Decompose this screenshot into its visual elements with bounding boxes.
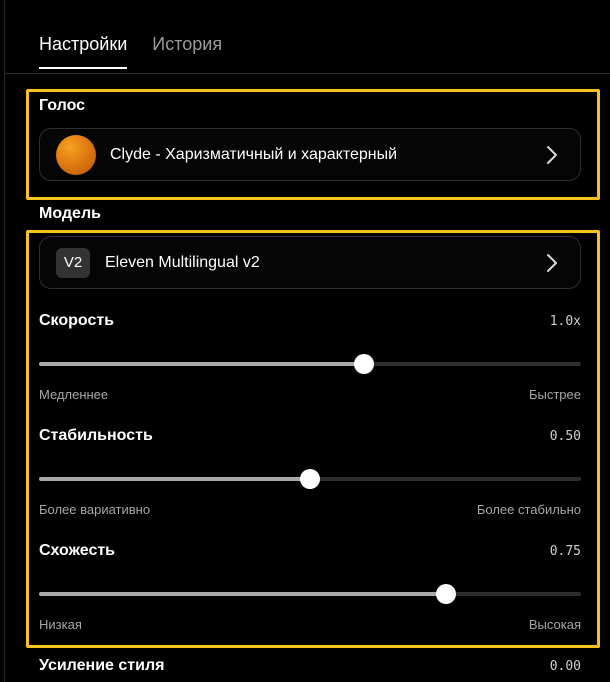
panel-left-border xyxy=(4,0,5,682)
similarity-label: Схожесть xyxy=(39,542,116,559)
stability-slider-thumb[interactable] xyxy=(300,469,320,489)
stability-min-label: Более вариативно xyxy=(39,502,151,517)
stability-slider-fill xyxy=(39,477,310,481)
similarity-max-label: Высокая xyxy=(528,617,581,632)
chevron-right-icon xyxy=(547,254,557,272)
speed-slider[interactable] xyxy=(39,354,581,374)
tab-bar: Настройки История xyxy=(39,34,222,69)
voice-section-label: Голос xyxy=(39,97,86,114)
style-value: 0.00 xyxy=(549,659,581,674)
speed-slider-fill xyxy=(39,362,365,366)
voice-avatar-orb xyxy=(56,134,96,175)
similarity-slider-thumb[interactable] xyxy=(435,584,456,604)
model-name: Eleven Multilingual v2 xyxy=(105,253,260,271)
stability-label: Стабильность xyxy=(39,427,153,444)
model-version-badge: V2 xyxy=(56,247,90,278)
speed-label: Скорость xyxy=(39,312,115,329)
speed-min-label: Медленнее xyxy=(39,387,109,402)
similarity-slider[interactable] xyxy=(39,584,581,604)
model-section-label: Модель xyxy=(39,205,101,222)
model-selector[interactable]: V2 Eleven Multilingual v2 xyxy=(39,236,581,289)
voice-selector[interactable]: Clyde - Харизматичный и характерный xyxy=(39,128,581,181)
tab-history[interactable]: История xyxy=(152,34,222,69)
similarity-value: 0.75 xyxy=(549,544,581,559)
similarity-slider-fill xyxy=(39,592,446,596)
tab-divider xyxy=(4,73,610,74)
stability-value: 0.50 xyxy=(549,429,581,444)
stability-slider[interactable] xyxy=(39,469,581,489)
stability-max-label: Более стабильно xyxy=(476,502,581,517)
similarity-min-label: Низкая xyxy=(39,617,82,632)
voice-name: Clyde - Харизматичный и характерный xyxy=(110,145,398,163)
speed-max-label: Быстрее xyxy=(528,387,581,402)
style-label: Усиление стиля xyxy=(39,657,165,674)
chevron-right-icon xyxy=(547,146,557,164)
tab-settings[interactable]: Настройки xyxy=(39,34,128,69)
speed-value: 1.0x xyxy=(549,314,581,329)
